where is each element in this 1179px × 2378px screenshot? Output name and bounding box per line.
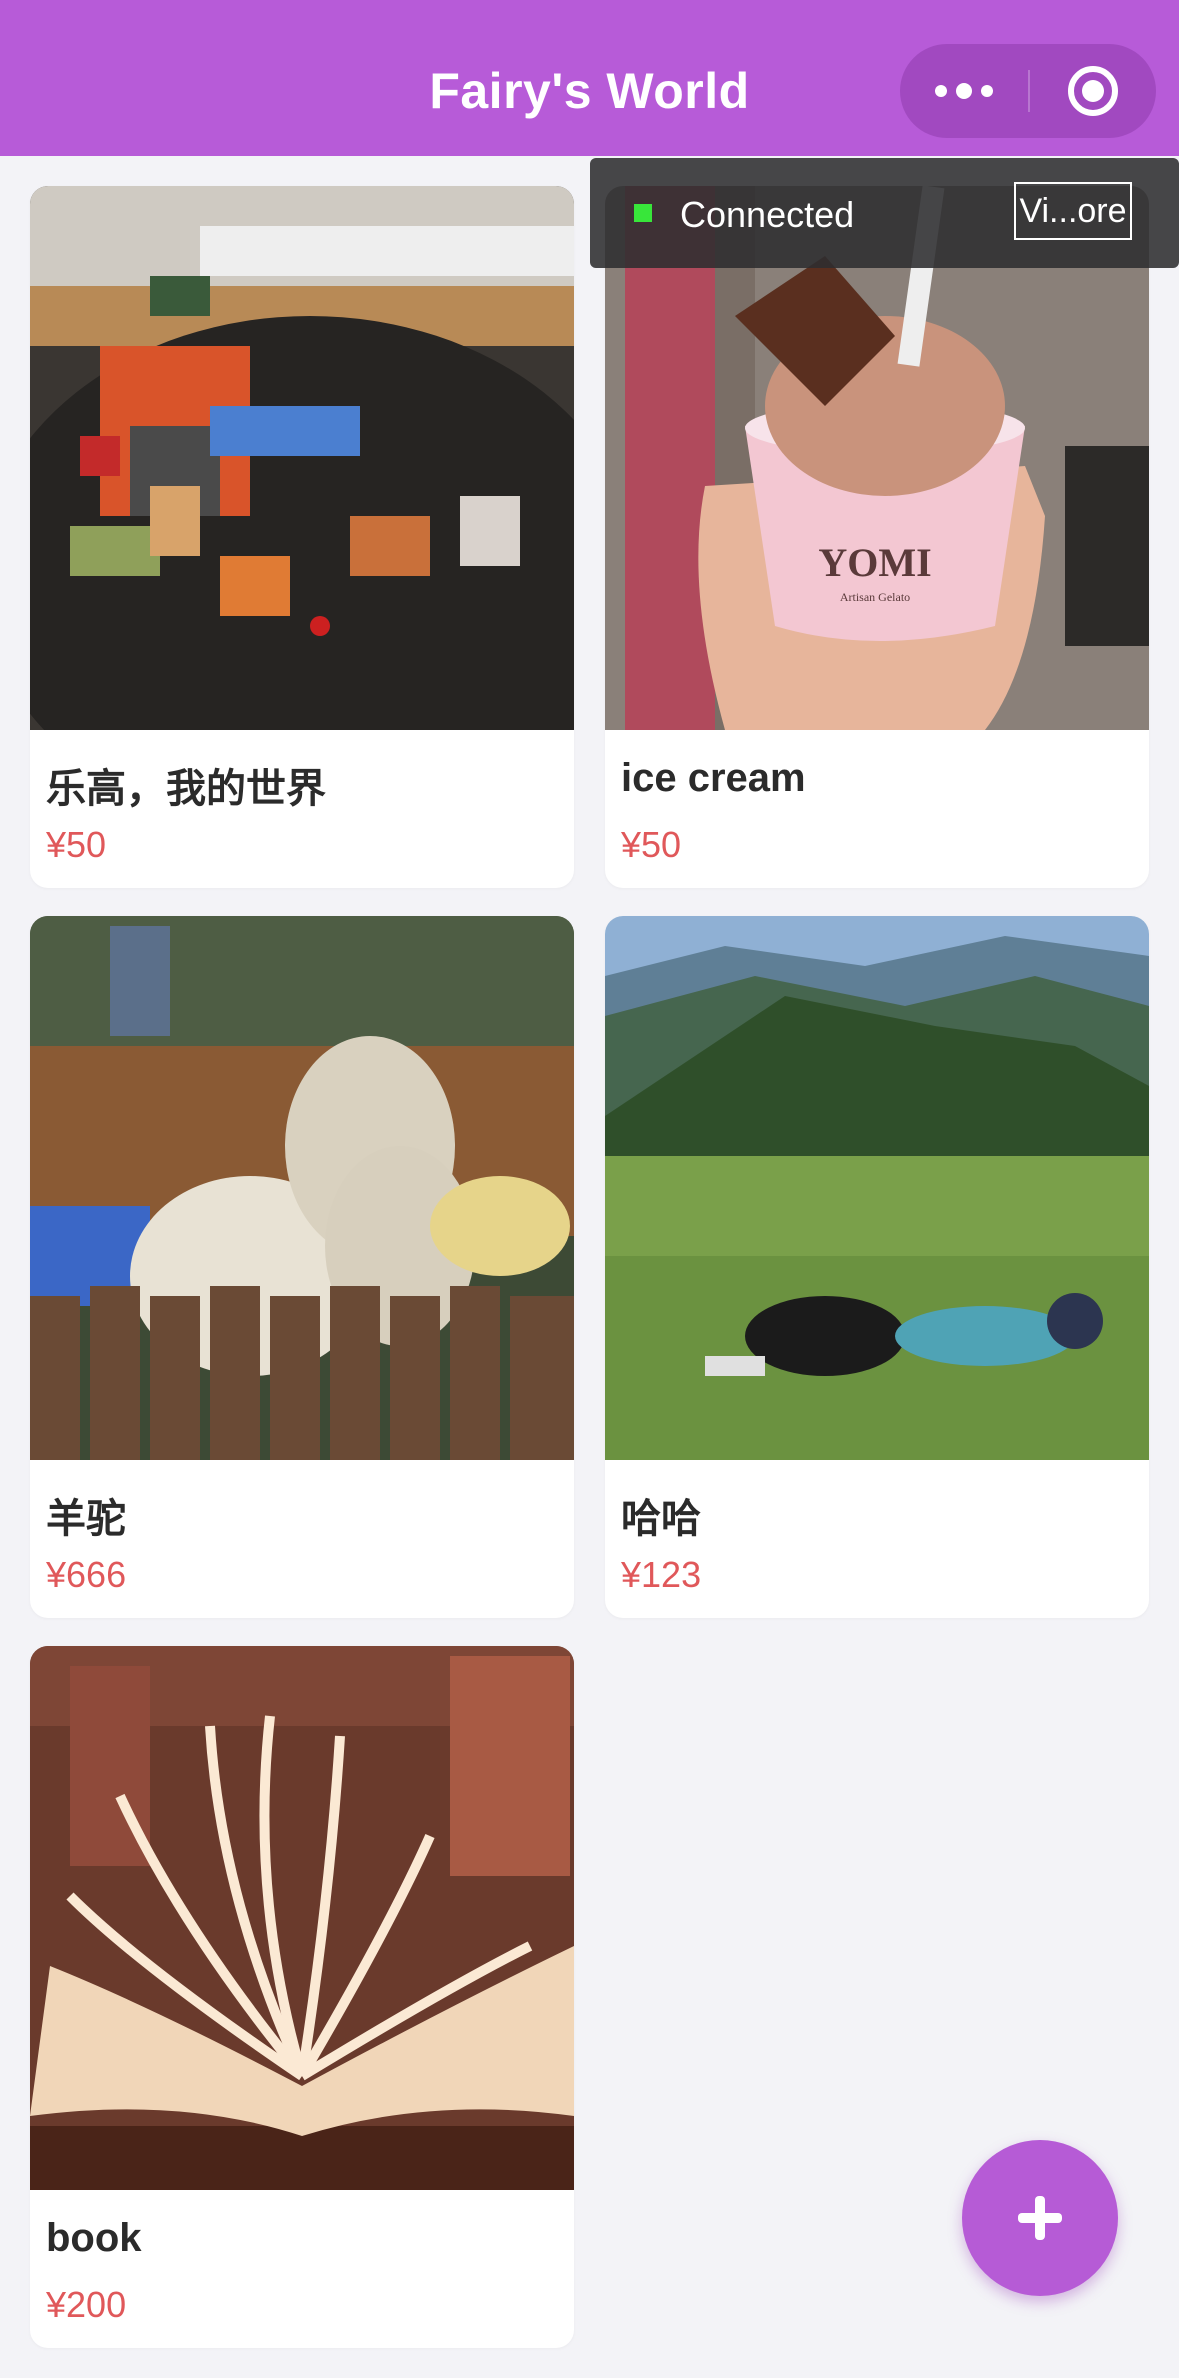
product-card[interactable]: 羊驼 ¥666 <box>30 916 574 1618</box>
product-price: ¥123 <box>621 1554 702 1595</box>
product-title: ice cream <box>621 756 806 800</box>
product-price: ¥50 <box>46 824 107 865</box>
product-card[interactable]: 乐高，我的世界 ¥50 <box>30 186 574 888</box>
nav-bar: Fairy's World <box>0 0 1179 156</box>
status-indicator-icon <box>634 204 652 222</box>
product-title: book <box>46 2216 142 2260</box>
product-title: 羊驼 <box>46 1497 126 1541</box>
add-product-button[interactable] <box>962 2140 1118 2296</box>
product-image[interactable] <box>605 916 1149 1460</box>
product-card[interactable]: YOMI Artisan Gelato ice cream ¥50 <box>605 186 1149 888</box>
product-price: ¥666 <box>46 1554 127 1595</box>
product-image[interactable] <box>30 916 574 1460</box>
product-title: 乐高，我的世界 <box>46 767 326 811</box>
connection-status-bar: Connected Vi...ore <box>590 158 1179 268</box>
mini-program-capsule <box>900 44 1156 138</box>
product-price: ¥200 <box>46 2284 127 2325</box>
capsule-divider <box>1028 70 1030 112</box>
connection-status-label: Connected <box>680 194 855 235</box>
ellipsis-icon[interactable] <box>900 44 1028 138</box>
product-title: 哈哈 <box>621 1497 701 1541</box>
product-image[interactable] <box>30 1646 574 2190</box>
product-card[interactable]: 哈哈 ¥123 <box>605 916 1149 1618</box>
view-more-button[interactable]: Vi...ore <box>1014 182 1132 240</box>
svg-text:Artisan Gelato: Artisan Gelato <box>840 590 910 604</box>
product-image[interactable] <box>30 186 574 730</box>
product-card[interactable]: book ¥200 <box>30 1646 574 2348</box>
product-price: ¥50 <box>621 824 682 865</box>
target-circle-icon[interactable] <box>1068 66 1118 116</box>
svg-text:YOMI: YOMI <box>818 540 931 585</box>
